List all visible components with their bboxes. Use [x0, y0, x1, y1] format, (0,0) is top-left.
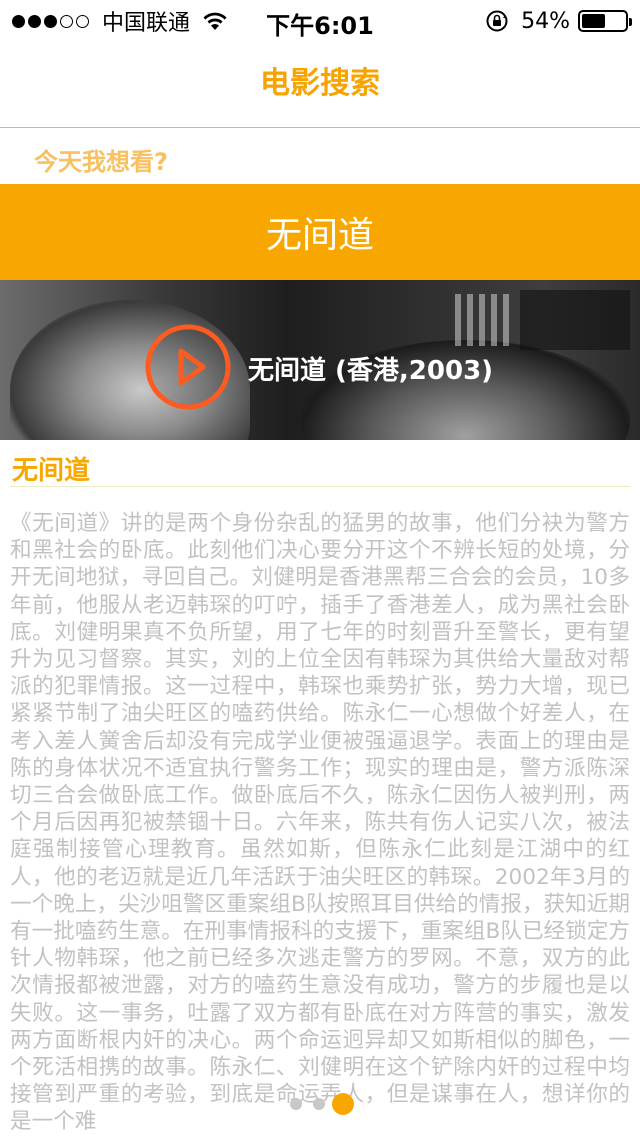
page-title: 电影搜索	[260, 66, 380, 101]
poster-vertical-text	[455, 294, 515, 346]
play-button-icon[interactable]	[143, 322, 233, 412]
movie-section-title: 无间道	[12, 456, 91, 486]
poster-caption: 无间道 (香港,2003)	[248, 356, 494, 386]
page-dot[interactable]	[313, 1098, 325, 1110]
battery-icon	[578, 10, 632, 32]
rotation-lock-icon	[486, 10, 508, 32]
battery-fill	[582, 14, 605, 28]
status-bar: 中国联通 下午6:01 54%	[0, 0, 640, 40]
movie-banner[interactable]: 无间道	[0, 184, 640, 280]
poster-dark-area	[520, 290, 630, 350]
movie-description: 《无间道》讲的是两个身份杂乱的猛男的故事，他们分袂为警方和黑社会的卧底。此刻他们…	[10, 511, 630, 1135]
navigation-bar: 电影搜索	[0, 40, 640, 128]
page-dot[interactable]	[290, 1098, 302, 1110]
movie-banner-title: 无间道	[265, 215, 374, 256]
battery-cap	[629, 18, 632, 26]
section-divider	[10, 486, 630, 487]
search-prompt-label: 今天我想看?	[34, 148, 168, 176]
page-dot-active[interactable]	[332, 1093, 354, 1115]
page-control[interactable]	[0, 1090, 640, 1118]
status-right: 54%	[485, 6, 632, 36]
battery-percent: 54%	[521, 8, 570, 34]
